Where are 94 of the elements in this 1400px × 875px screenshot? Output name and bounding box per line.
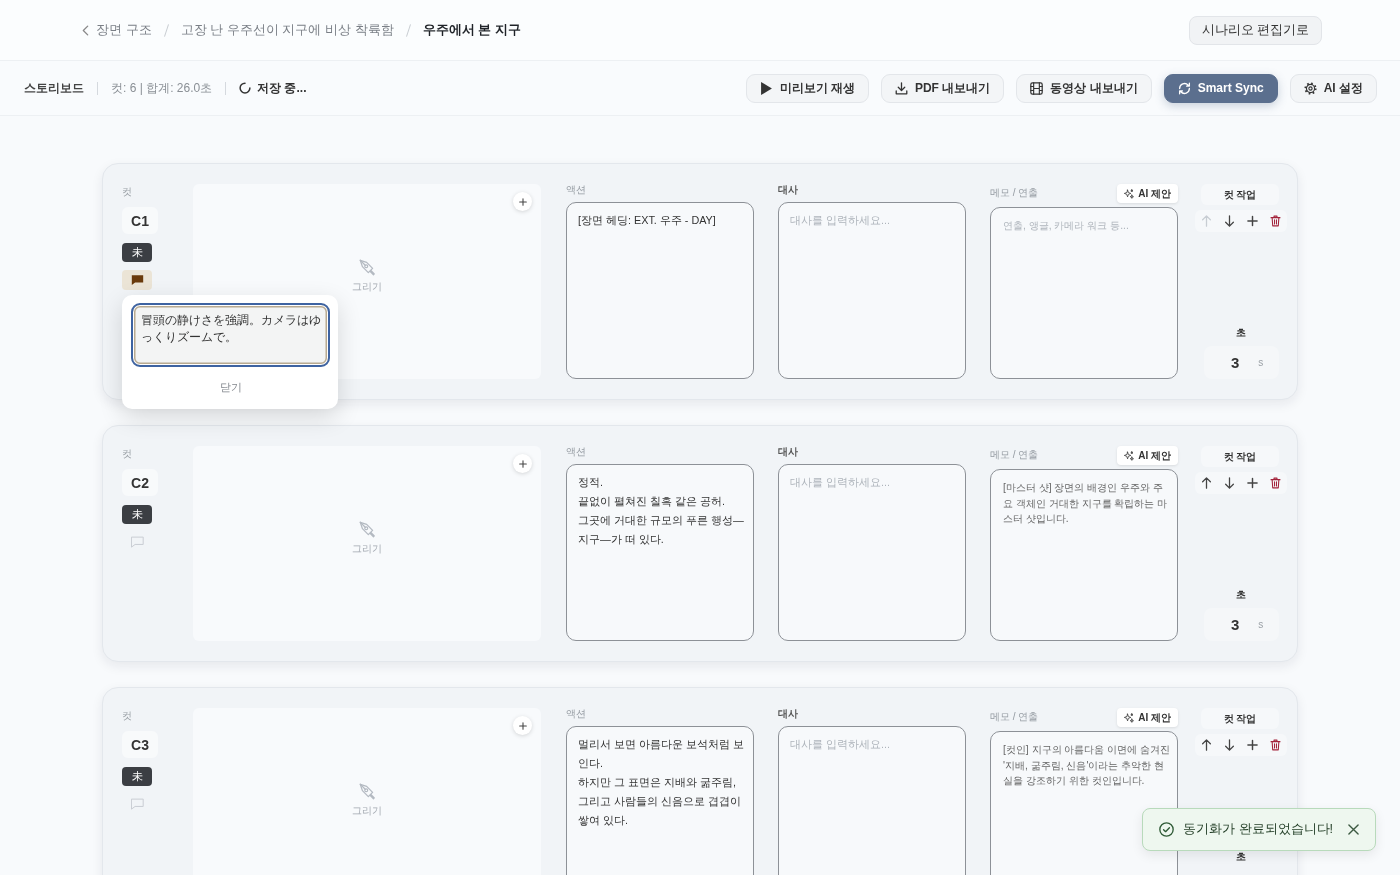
spinner-icon bbox=[239, 82, 252, 94]
status-chip: 未 bbox=[122, 505, 152, 524]
plus-icon bbox=[518, 721, 527, 730]
action-field[interactable]: 정적. 끝없이 펼쳐진 칠흑 같은 공허. 그곳에 거대한 규모의 푸른 행성— 지구—가 떠 있다. bbox=[566, 464, 754, 641]
save-status: 저장 중... bbox=[257, 79, 307, 97]
status-chip: 未 bbox=[122, 767, 152, 786]
note-field[interactable]: 冒頭の静けさを強調。カメラはゆっくりズームで。 bbox=[131, 303, 330, 367]
memo-label: 메모 / 연출 bbox=[990, 187, 1039, 199]
speech-bubble-icon bbox=[130, 536, 144, 548]
action-field[interactable]: 멀리서 보면 아름다운 보석처럼 보인다. 하지만 그 표면은 지배와 굶주림, 그리고 사람들의 신음으로 겹겹이 쌓여 있다. bbox=[566, 726, 754, 875]
ai-settings-button[interactable]: AI 설정 bbox=[1289, 73, 1377, 103]
action-label: 액션 bbox=[566, 708, 587, 721]
play-icon bbox=[759, 81, 773, 95]
speech-bubble-icon bbox=[130, 798, 144, 810]
status-chip: 未 bbox=[122, 243, 152, 262]
drawing-label: 그리기 bbox=[352, 542, 382, 556]
shot-id: C1 bbox=[122, 207, 158, 234]
seconds-label: 초 bbox=[1235, 588, 1246, 602]
plus-icon bbox=[1246, 215, 1258, 227]
duration-field[interactable]: 3 s bbox=[1204, 608, 1279, 641]
chevron-left-icon bbox=[82, 24, 89, 36]
sparkle-icon bbox=[1124, 712, 1135, 723]
trash-icon bbox=[1269, 477, 1281, 489]
download-icon bbox=[894, 81, 908, 95]
back-link[interactable]: 장면 구조 bbox=[82, 21, 152, 39]
dialogue-field[interactable]: 대사를 입력하세요... bbox=[778, 464, 966, 641]
memo-label: 메모 / 연출 bbox=[990, 711, 1039, 723]
settings-icon bbox=[1303, 81, 1317, 95]
seconds-label: 초 bbox=[1235, 850, 1246, 864]
dialogue-field[interactable]: 대사를 입력하세요... bbox=[778, 202, 966, 379]
action-label: 액션 bbox=[566, 446, 587, 459]
arrow-up-icon bbox=[1200, 215, 1212, 227]
dialogue-label: 대사 bbox=[778, 184, 799, 197]
add-image-button[interactable] bbox=[513, 192, 532, 211]
drawing-label: 그리기 bbox=[352, 804, 382, 818]
dialogue-label: 대사 bbox=[778, 446, 799, 459]
shot-actions-label: 컷 작업 bbox=[1201, 446, 1279, 467]
trash-icon bbox=[1269, 215, 1281, 227]
dialogue-label: 대사 bbox=[778, 708, 799, 721]
add-image-button[interactable] bbox=[513, 716, 532, 735]
shot-column-label: 컷 bbox=[122, 447, 132, 461]
close-button[interactable]: 닫기 bbox=[209, 377, 252, 399]
check-circle-icon bbox=[1159, 822, 1175, 837]
plus-icon bbox=[1246, 739, 1258, 751]
arrow-up-icon bbox=[1200, 739, 1212, 751]
film-icon bbox=[1030, 81, 1044, 95]
smart-sync-button[interactable]: Smart Sync bbox=[1163, 73, 1278, 103]
shot-actions-label: 컷 작업 bbox=[1201, 184, 1279, 205]
arrow-up-icon bbox=[1200, 477, 1212, 489]
shot-actions-label: 컷 작업 bbox=[1201, 708, 1279, 729]
toast-message: 동기화가 완료되었습니다! bbox=[1183, 821, 1333, 838]
memo-field[interactable]: [마스터 샷] 장면의 배경인 우주와 주요 객체인 거대한 지구를 확립하는 마스터 샷입니다. bbox=[990, 469, 1178, 641]
close-button[interactable] bbox=[1348, 824, 1359, 835]
breadcrumb-current: 우주에서 본 지구 bbox=[422, 21, 521, 39]
memo-field[interactable]: [컷인] 지구의 아름다움 이면에 숨겨진 '지배, 굶주림, 신음'이라는 추악한 현실을 강조하기 위한 컷인입니다. bbox=[990, 731, 1178, 875]
speech-bubble-icon bbox=[130, 274, 144, 286]
pen-nib-icon bbox=[358, 783, 376, 800]
shot-id: C2 bbox=[122, 469, 158, 496]
ai-suggest-button[interactable]: AI 제안 bbox=[1117, 708, 1178, 727]
arrow-down-icon bbox=[1223, 739, 1235, 751]
pdf-export-button[interactable]: PDF 내보내기 bbox=[880, 73, 1005, 103]
sparkle-icon bbox=[1124, 188, 1135, 199]
drawing-label: 그리기 bbox=[352, 280, 382, 294]
video-export-button[interactable]: 동영상 내보내기 bbox=[1016, 73, 1152, 103]
close-icon bbox=[1348, 824, 1359, 835]
shot-id: C3 bbox=[122, 731, 158, 758]
dialogue-field[interactable]: 대사를 입력하세요... bbox=[778, 726, 966, 875]
memo-field[interactable]: 연출, 앵글, 카메라 워크 등... bbox=[990, 207, 1178, 379]
breadcrumb-link[interactable]: 고장 난 우주선이 지구에 비상 착륙함 bbox=[180, 21, 394, 39]
pen-nib-icon bbox=[358, 521, 376, 538]
arrow-down-icon bbox=[1223, 215, 1235, 227]
shot-column-label: 컷 bbox=[122, 185, 132, 199]
plus-icon bbox=[1246, 477, 1258, 489]
sync-icon bbox=[1177, 81, 1191, 95]
storyboard-title: 스토리보드 bbox=[24, 79, 84, 97]
ai-suggest-button[interactable]: AI 제안 bbox=[1117, 446, 1178, 465]
plus-icon bbox=[518, 197, 527, 206]
action-label: 액션 bbox=[566, 184, 587, 197]
preview-play-button[interactable]: 미리보기 재생 bbox=[745, 73, 869, 103]
shot-column-label: 컷 bbox=[122, 709, 132, 723]
seconds-label: 초 bbox=[1235, 326, 1246, 340]
duration-field[interactable]: 3 s bbox=[1204, 346, 1279, 379]
action-field[interactable]: [장면 헤딩: EXT. 우주 - DAY] bbox=[566, 202, 754, 379]
pen-nib-icon bbox=[358, 259, 376, 276]
ai-suggest-button[interactable]: AI 제안 bbox=[1117, 184, 1178, 203]
note-button[interactable] bbox=[122, 270, 152, 290]
add-image-button[interactable] bbox=[513, 454, 532, 473]
memo-label: 메모 / 연출 bbox=[990, 449, 1039, 461]
plus-icon bbox=[518, 459, 527, 468]
trash-icon bbox=[1269, 739, 1281, 751]
shot-stats: 컷: 6 | 합계: 26.0초 bbox=[111, 79, 213, 97]
scenario-editor-button[interactable]: 시나리오 편집기로 bbox=[1188, 15, 1322, 45]
sparkle-icon bbox=[1124, 450, 1135, 461]
arrow-down-icon bbox=[1223, 477, 1235, 489]
